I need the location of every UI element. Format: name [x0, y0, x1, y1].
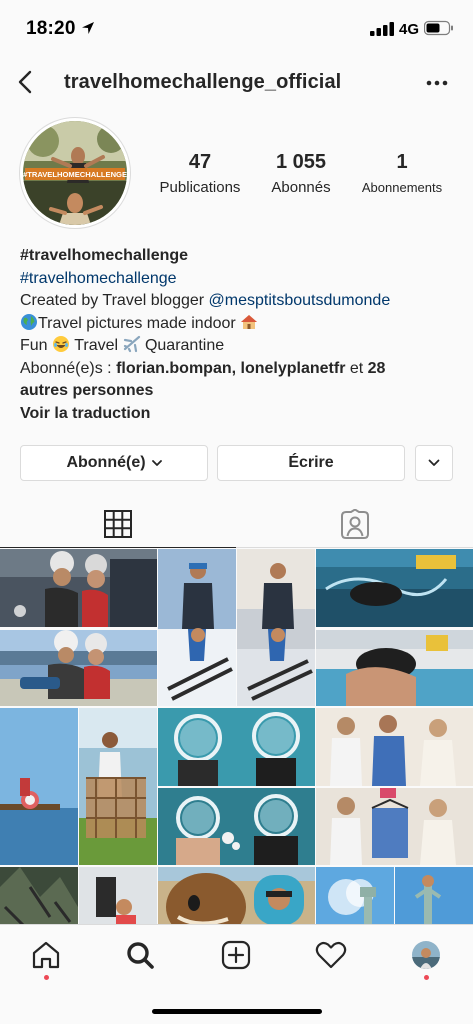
profile-bio: #travelhomechallenge #travelhomechalleng…	[20, 245, 460, 425]
following-label: Abonnements	[361, 180, 443, 195]
post-thumbnail[interactable]	[316, 549, 473, 706]
posts-label: Publications	[159, 179, 241, 196]
home-indicator	[152, 1009, 322, 1014]
followed-by-names[interactable]: florian.bompan, lonelyplanetfr	[116, 360, 345, 377]
bio-quarantine-text: Quarantine	[144, 337, 225, 354]
post-thumbnail[interactable]	[158, 708, 315, 865]
heart-icon	[315, 941, 347, 969]
profile-notification-dot	[424, 975, 429, 980]
bio-mention-link[interactable]: @mesptitsboutsdumonde	[209, 292, 391, 309]
stat-following[interactable]: 1 Abonnements	[352, 150, 452, 198]
posts-count: 47	[188, 151, 212, 173]
see-translation-link[interactable]: Voir la traduction	[20, 405, 150, 422]
tagged-icon	[341, 509, 369, 539]
post-thumbnail[interactable]	[316, 708, 473, 865]
profile-avatar-ring[interactable]: #TRAVELHOMECHALLENGE	[19, 117, 131, 229]
bio-fun-text: Fun	[20, 337, 48, 354]
nav-profile[interactable]	[406, 935, 446, 980]
followed-by-rest[interactable]: autres personnes	[20, 382, 153, 399]
profile-avatar	[412, 941, 440, 969]
following-count: 1	[396, 151, 408, 173]
add-icon	[221, 940, 251, 970]
bio-hashtag-link[interactable]: #travelhomechallenge	[20, 270, 177, 287]
home-icon	[32, 941, 60, 969]
followers-count: 1 055	[275, 151, 327, 173]
profile-name: #travelhomechallenge	[20, 247, 189, 264]
nav-search[interactable]	[120, 935, 160, 975]
search-icon	[127, 942, 154, 969]
profile-header: #TRAVELHOMECHALLENGE 47 Publications 1 0…	[0, 114, 473, 232]
status-bar: 18:20 4G	[0, 0, 473, 56]
followed-by-prefix: Abonné(e)s :	[20, 359, 117, 377]
message-button-label: Écrire	[288, 454, 334, 471]
location-arrow-icon	[82, 22, 94, 34]
globe-emoji-icon	[21, 313, 37, 330]
nav-home[interactable]	[26, 935, 66, 980]
post-thumbnail[interactable]	[316, 867, 473, 924]
back-arrow-icon[interactable]	[14, 66, 36, 98]
profile-tabs	[0, 500, 473, 548]
chevron-down-icon	[428, 459, 440, 466]
profile-avatar: #TRAVELHOMECHALLENGE	[23, 121, 127, 225]
nav-add-post[interactable]	[216, 935, 256, 975]
stat-posts: 47 Publications	[150, 150, 250, 198]
photo-grid	[0, 549, 473, 924]
bio-travel-text: Travel	[74, 337, 119, 354]
post-thumbnail[interactable]	[0, 549, 157, 706]
tab-tagged[interactable]	[237, 500, 473, 548]
followers-label: Abonnés	[271, 179, 331, 196]
profile-username-title: travelhomechallenge_official	[64, 71, 342, 93]
airplane-emoji-icon	[123, 335, 140, 353]
post-thumbnail[interactable]	[158, 549, 315, 706]
tab-grid[interactable]	[0, 500, 236, 548]
followed-by-count[interactable]: 28	[368, 360, 386, 377]
top-nav-bar: travelhomechallenge_official	[0, 60, 473, 106]
bottom-nav	[0, 924, 473, 1024]
bio-indoor-text: Travel pictures made indoor	[38, 314, 236, 332]
avatar-banner-text: #TRAVELHOMECHALLENGE	[23, 170, 127, 179]
profile-actions: Abonné(e) Écrire	[20, 445, 453, 481]
bio-created-text: Created by Travel blogger	[20, 292, 209, 309]
post-thumbnail[interactable]	[0, 867, 157, 924]
followed-by-and: et	[345, 359, 368, 377]
signal-icon	[370, 22, 394, 36]
more-options-icon[interactable]	[425, 78, 449, 88]
network-type: 4G	[399, 21, 420, 38]
post-thumbnail[interactable]	[158, 867, 315, 924]
chevron-down-icon	[151, 459, 162, 466]
house-emoji-icon	[241, 314, 258, 329]
home-notification-dot	[44, 975, 49, 980]
laughing-emoji-icon	[53, 336, 70, 352]
battery-icon	[424, 20, 453, 36]
suggested-accounts-button[interactable]	[415, 445, 453, 481]
following-button-label: Abonné(e)	[66, 454, 146, 471]
grid-icon	[104, 509, 132, 538]
nav-activity[interactable]	[311, 935, 351, 975]
post-thumbnail[interactable]	[0, 708, 157, 865]
following-button[interactable]: Abonné(e)	[20, 445, 208, 481]
message-button[interactable]: Écrire	[217, 445, 405, 481]
stat-followers[interactable]: 1 055 Abonnés	[258, 150, 344, 198]
status-time: 18:20	[26, 18, 76, 39]
